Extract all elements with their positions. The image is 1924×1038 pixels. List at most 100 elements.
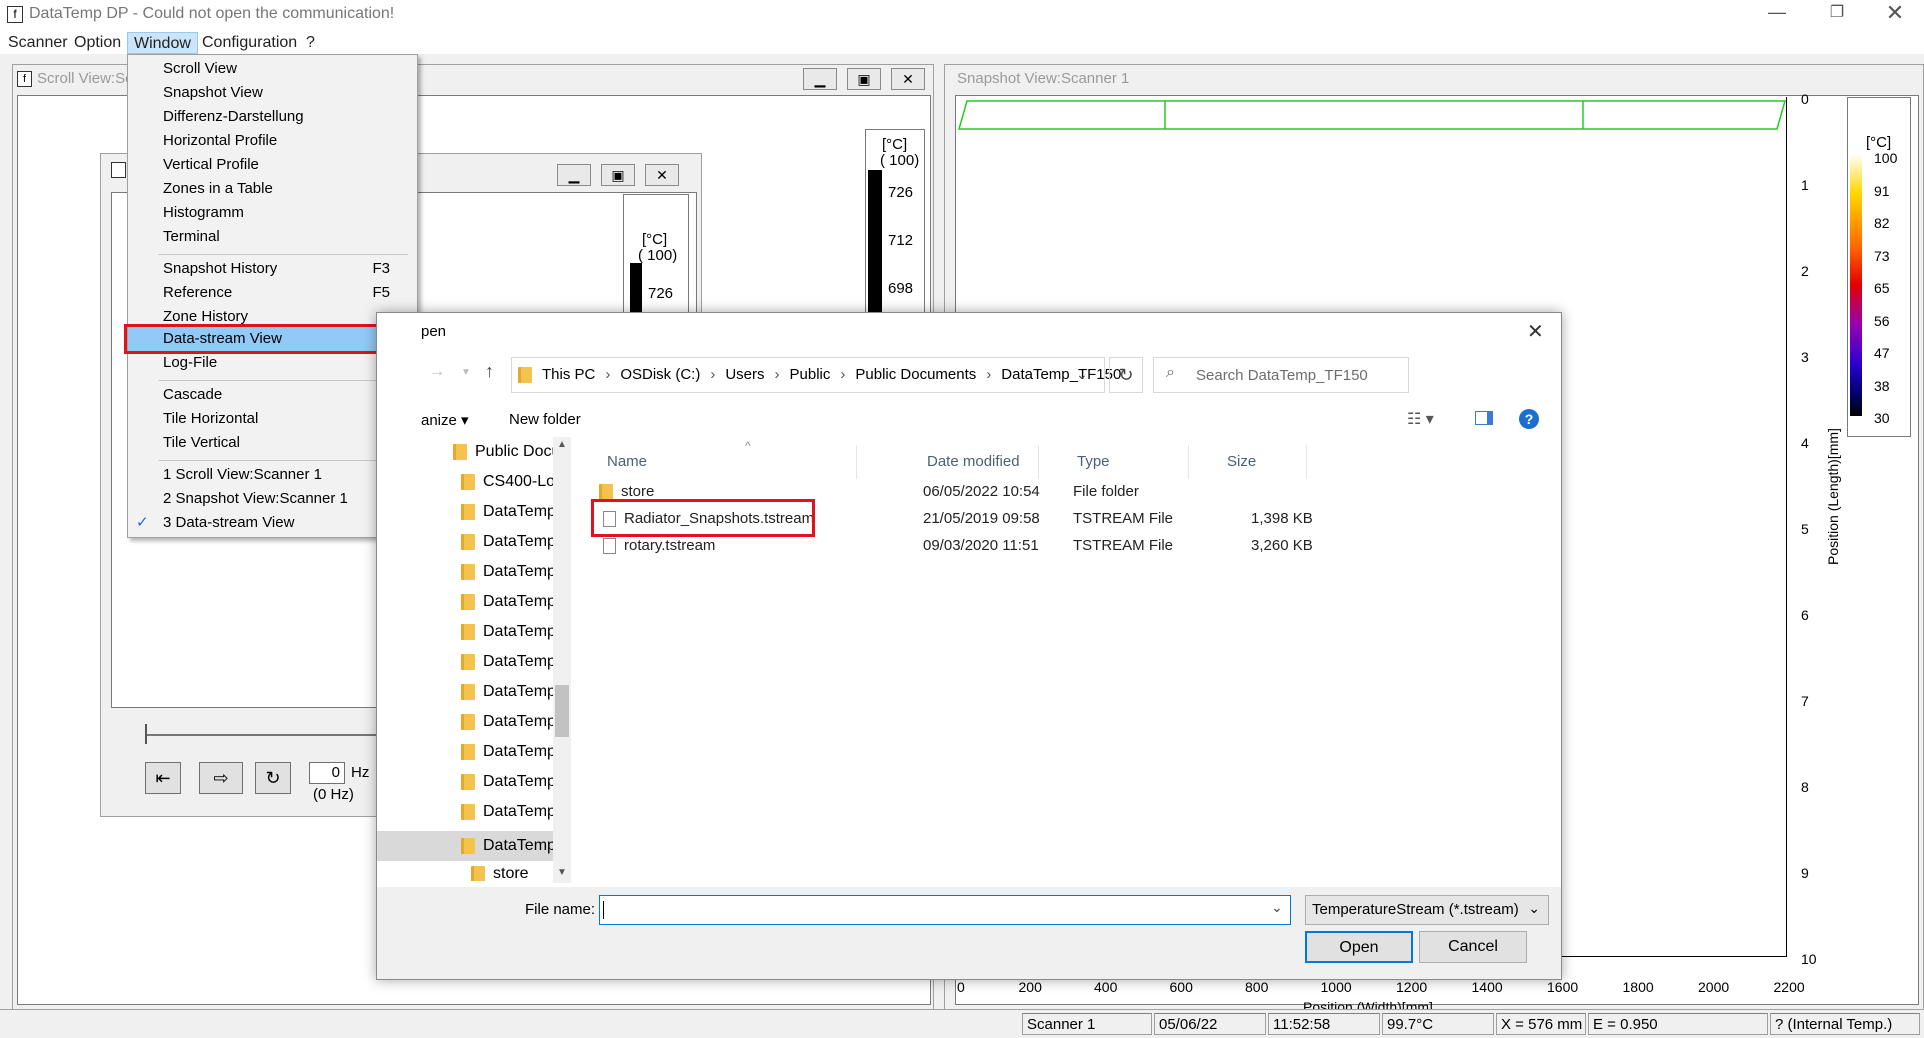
breadcrumb-datatemp[interactable]: DataTemp_TF150 — [1001, 366, 1121, 383]
tree-item[interactable]: DataTemp — [461, 647, 556, 677]
menu-item-snapshot-history[interactable]: Snapshot History F3 — [163, 257, 408, 281]
restore-icon[interactable]: ❐ — [1822, 2, 1852, 26]
menu-item-tile-vertical[interactable]: Tile Vertical — [163, 431, 408, 455]
tree-item[interactable]: DataTemp — [461, 707, 556, 737]
menu-separator — [158, 380, 408, 381]
loop-button[interactable]: ↻ — [255, 762, 291, 794]
hz-input[interactable]: 0 — [309, 762, 345, 784]
column-size[interactable]: Size — [1217, 445, 1307, 479]
dropdown-history-icon[interactable]: ▼ — [461, 367, 471, 378]
restore-icon[interactable]: ▣ — [847, 68, 881, 90]
y-tick-label: 7 — [1801, 693, 1809, 709]
column-date[interactable]: Date modified — [917, 445, 1039, 479]
menu-item-scroll-view[interactable]: Scroll View — [163, 57, 408, 81]
close-icon[interactable]: ✕ — [891, 68, 925, 90]
folder-icon — [461, 713, 475, 730]
menu-item-tile-horizontal[interactable]: Tile Horizontal — [163, 407, 408, 431]
view-options-icon[interactable]: ☷ ▾ — [1407, 409, 1434, 429]
menu-window[interactable]: Window — [127, 32, 198, 54]
up-icon[interactable]: ↑ — [485, 361, 494, 382]
refresh-button[interactable]: ↻ — [1109, 357, 1143, 393]
scroll-up-icon[interactable]: ▲ — [557, 439, 567, 450]
tree-item[interactable]: DataTemp — [461, 677, 556, 707]
file-type-filter[interactable]: TemperatureStream (*.tstream) ⌄ — [1305, 895, 1549, 925]
menu-help[interactable]: ? — [300, 32, 321, 54]
menu-item-reference[interactable]: Reference F5 — [163, 281, 408, 305]
filename-input[interactable] — [599, 895, 1291, 925]
column-name[interactable]: Name — [597, 445, 857, 479]
tree-item[interactable]: DataTemp — [461, 557, 556, 587]
search-box[interactable]: ⌕ Search DataTemp_TF150 — [1153, 357, 1409, 393]
menu-option[interactable]: Option — [68, 32, 127, 54]
folder-icon — [461, 533, 475, 550]
tree-item[interactable]: DataTemp — [461, 527, 556, 557]
folder-icon — [461, 837, 475, 854]
y-tick-label: 4 — [1801, 435, 1809, 451]
chevron-down-icon[interactable]: ⌄ — [1076, 366, 1088, 383]
menu-item-cascade[interactable]: Cascade — [163, 383, 408, 407]
slider-thumb[interactable] — [145, 724, 147, 744]
filename-label: File name: — [525, 901, 596, 918]
status-date: 05/06/22 — [1154, 1013, 1266, 1035]
tree-item[interactable]: DataTemp — [461, 767, 556, 797]
open-button[interactable]: Open — [1305, 931, 1413, 963]
tree-item[interactable]: DataTemp — [461, 617, 556, 647]
file-row[interactable]: rotary.tstream — [603, 533, 823, 559]
column-type[interactable]: Type — [1067, 445, 1189, 479]
rewind-button[interactable]: ⇤ — [145, 762, 181, 794]
menu-item-differenz[interactable]: Differenz-Darstellung — [163, 105, 408, 129]
menu-item-log-file[interactable]: Log-File — [163, 351, 408, 375]
menu-item-histogramm[interactable]: Histogramm — [163, 201, 408, 225]
breadcrumb-public-documents[interactable]: Public Documents — [855, 366, 976, 383]
x-tick-label: 1000 — [1320, 979, 1352, 995]
menu-item-terminal[interactable]: Terminal — [163, 225, 408, 249]
preview-pane-icon[interactable] — [1475, 411, 1493, 425]
menu-item-horizontal-profile[interactable]: Horizontal Profile — [163, 129, 408, 153]
menu-scanner[interactable]: Scanner — [2, 32, 74, 54]
new-folder-button[interactable]: New folder — [509, 411, 581, 428]
tree-item[interactable]: DataTemp — [461, 497, 556, 527]
menu-item-window-3[interactable]: 3 Data-stream View — [163, 511, 408, 535]
minimize-icon[interactable]: — — [1762, 2, 1792, 26]
breadcrumb-osdisk[interactable]: OSDisk (C:) — [620, 366, 700, 383]
tree-item[interactable]: Public Docu — [453, 437, 560, 467]
scroll-thumb[interactable] — [555, 685, 569, 737]
breadcrumb-public[interactable]: Public — [790, 366, 831, 383]
play-button[interactable]: ⇨ — [199, 762, 243, 794]
chevron-down-icon[interactable]: ⌄ — [1271, 899, 1283, 916]
menu-item-snapshot-view[interactable]: Snapshot View — [163, 81, 408, 105]
folder-icon — [471, 865, 485, 881]
tree-item[interactable]: DataTemp — [461, 737, 556, 767]
tree-scrollbar[interactable]: ▲ ▼ — [553, 437, 571, 883]
dialog-close-icon[interactable]: ✕ — [1527, 319, 1544, 344]
breadcrumb-users[interactable]: Users — [725, 366, 764, 383]
file-date: 21/05/2019 09:58 — [923, 510, 1040, 527]
tree-item[interactable]: DataTemp — [461, 831, 556, 861]
close-icon[interactable]: ✕ — [645, 164, 679, 186]
breadcrumb-this-pc[interactable]: This PC — [542, 366, 595, 383]
address-bar[interactable]: This PC › OSDisk (C:) › Users › Public › Public … — [511, 357, 1121, 393]
tree-item[interactable]: DataTemp — [461, 587, 556, 617]
menu-item-window-1[interactable]: 1 Scroll View:Scanner 1 — [163, 463, 408, 487]
scroll-down-icon[interactable]: ▼ — [557, 867, 567, 878]
status-internal: ? (Internal Temp.) — [1770, 1013, 1920, 1035]
menu-item-window-2[interactable]: 2 Snapshot View:Scanner 1 — [163, 487, 408, 511]
organize-menu[interactable]: anize ▾ — [421, 411, 469, 429]
help-icon[interactable]: ? — [1519, 409, 1539, 429]
menu-item-zones-table[interactable]: Zones in a Table — [163, 177, 408, 201]
menu-item-vertical-profile[interactable]: Vertical Profile — [163, 153, 408, 177]
color-scale-label: 38 — [1874, 377, 1890, 394]
minimize-icon[interactable]: ▁ — [557, 164, 591, 186]
tree-item[interactable]: DataTemp — [461, 797, 556, 827]
cancel-button[interactable]: Cancel — [1419, 931, 1527, 963]
file-type: TSTREAM File — [1073, 537, 1174, 554]
minimize-icon[interactable]: ▁ — [803, 68, 837, 90]
forward-icon[interactable]: → — [429, 363, 445, 381]
tree-item[interactable]: store — [471, 861, 529, 881]
x-tick-label: 1200 — [1396, 979, 1428, 995]
restore-icon[interactable]: ▣ — [601, 164, 635, 186]
close-icon[interactable]: ✕ — [1880, 0, 1910, 26]
tree-item[interactable]: CS400-Log — [461, 467, 564, 497]
folder-icon — [461, 803, 475, 820]
menu-configuration[interactable]: Configuration — [196, 32, 303, 54]
